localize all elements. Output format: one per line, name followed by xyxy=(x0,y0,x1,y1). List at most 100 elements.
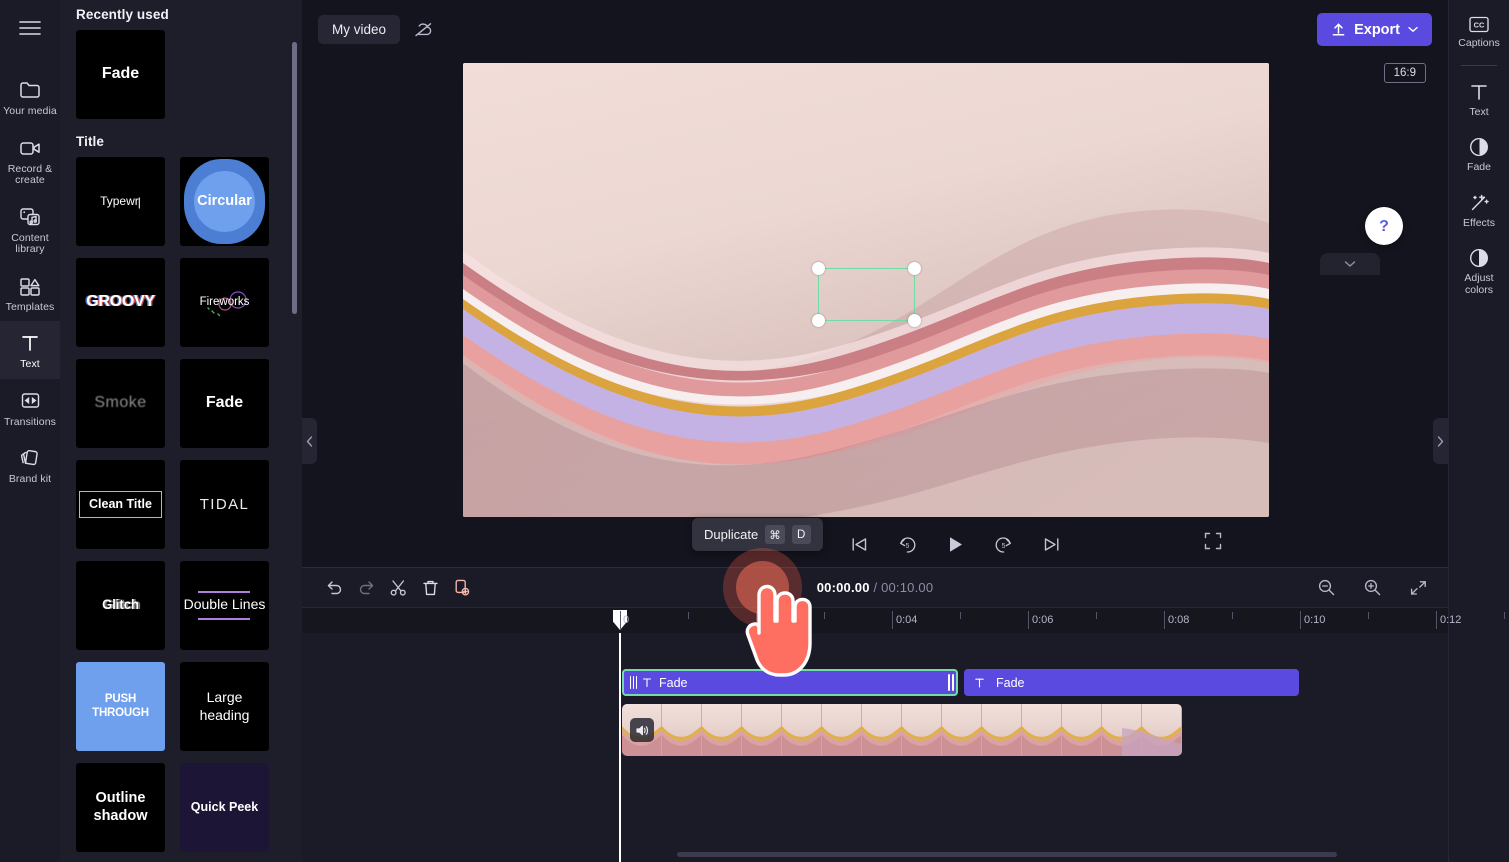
tooltip-key-cmd: ⌘ xyxy=(765,525,785,544)
svg-text:5: 5 xyxy=(905,543,909,550)
collapse-properties-panel-button[interactable] xyxy=(1433,418,1448,464)
sidebar-item-brand-kit[interactable]: Brand kit xyxy=(0,436,60,494)
content-library-icon xyxy=(17,204,43,230)
right-rail-divider xyxy=(1461,64,1497,66)
upload-icon xyxy=(1332,23,1345,36)
text-clip-1[interactable]: Fade xyxy=(622,669,958,696)
sidebar-item-label: Record & create xyxy=(7,162,53,186)
text-preset-glitch[interactable]: Glitch xyxy=(76,561,165,650)
clip-left-trim-handle[interactable] xyxy=(630,675,637,690)
timeline-zoom-controls xyxy=(1310,572,1434,604)
skip-to-end-icon[interactable] xyxy=(1037,529,1067,559)
text-preset-typewriter[interactable]: Typewr | xyxy=(76,157,165,246)
preset-label: PUSH THROUGH xyxy=(92,693,149,719)
resize-handle-bottom-right[interactable] xyxy=(908,314,921,327)
resize-handle-top-left[interactable] xyxy=(812,262,825,275)
right-item-text[interactable]: Text xyxy=(1449,72,1509,128)
section-heading-recently-used: Recently used xyxy=(76,7,169,22)
top-toolbar: My video Export xyxy=(302,0,1448,58)
project-name-field[interactable]: My video xyxy=(318,14,401,44)
ruler-tick-label: 0:08 xyxy=(1168,614,1190,626)
right-item-captions[interactable]: CC Captions xyxy=(1449,6,1509,59)
fit-to-screen-icon[interactable] xyxy=(1402,572,1434,604)
clip-label: Fade xyxy=(996,675,1025,690)
clip-right-trim-handle[interactable] xyxy=(948,674,954,691)
text-preset-fade-recent[interactable]: Fade xyxy=(76,30,165,119)
sidebar-item-content-library[interactable]: Content library xyxy=(0,195,60,264)
right-item-effects[interactable]: Effects xyxy=(1449,183,1509,239)
text-preset-fireworks[interactable]: Fireworks xyxy=(180,258,269,347)
split-scissors-icon[interactable] xyxy=(382,572,414,604)
text-preset-large-heading[interactable]: Large heading xyxy=(180,662,269,751)
text-preset-tidal[interactable]: TIDAL xyxy=(180,460,269,549)
text-t-icon xyxy=(642,678,652,688)
help-button[interactable]: ? xyxy=(1365,207,1403,245)
timeline-horizontal-scrollbar[interactable] xyxy=(677,852,1337,857)
redo-icon[interactable] xyxy=(350,572,382,604)
skip-to-start-icon[interactable] xyxy=(845,529,875,559)
preset-label: Smoke xyxy=(94,394,147,412)
fade-circle-icon xyxy=(1469,137,1489,157)
preset-label: Circular xyxy=(197,193,252,210)
rewind-5-icon[interactable]: 5 xyxy=(893,529,923,559)
text-preset-clean-title[interactable]: Clean Title xyxy=(76,460,165,549)
chevron-down-icon xyxy=(1408,26,1418,32)
timeline-toolbar: 00:00.00 / 00:10.00 xyxy=(302,568,1448,607)
sidebar-item-transitions[interactable]: Transitions xyxy=(0,379,60,437)
aspect-ratio-badge[interactable]: 16:9 xyxy=(1383,63,1426,83)
undo-icon[interactable] xyxy=(318,572,350,604)
duplicate-button[interactable] xyxy=(446,572,478,604)
library-scrollbar[interactable] xyxy=(292,42,297,314)
fullscreen-icon[interactable] xyxy=(1204,532,1222,555)
resize-handle-bottom-left[interactable] xyxy=(812,314,825,327)
right-item-adjust-colors[interactable]: Adjust colors xyxy=(1449,238,1509,305)
sidebar-item-label: Brand kit xyxy=(8,473,52,485)
speaker-icon[interactable] xyxy=(630,718,654,742)
text-preset-circular[interactable]: Circular xyxy=(180,157,269,246)
preset-label: Fade xyxy=(101,65,140,83)
text-preset-outline-shadow[interactable]: Outline shadow xyxy=(76,763,165,852)
text-element-selection-box[interactable] xyxy=(812,262,921,327)
forward-5-icon[interactable]: 5 xyxy=(989,529,1019,559)
time-separator: / xyxy=(869,580,882,595)
video-canvas[interactable] xyxy=(463,63,1269,517)
text-preset-quick-peek[interactable]: Quick Peek xyxy=(180,763,269,852)
title-presets-grid: Typewr| Circular GROOVY Fireworks Smoke xyxy=(76,157,286,852)
text-preset-double-lines[interactable]: Double Lines xyxy=(180,561,269,650)
export-label: Export xyxy=(1354,21,1400,38)
text-preset-fade[interactable]: Fade xyxy=(180,359,269,448)
hamburger-menu-icon[interactable] xyxy=(0,0,60,56)
video-media-clip[interactable] xyxy=(622,704,1182,756)
ruler-tick-label: 0:02 xyxy=(760,614,782,626)
section-heading-title: Title xyxy=(76,134,105,149)
preset-label: Typewr xyxy=(100,193,139,208)
preset-label: Clean Title xyxy=(89,497,152,512)
preset-label: Fade xyxy=(205,394,244,412)
text-preset-groovy[interactable]: GROOVY xyxy=(76,258,165,347)
timeline-panel: 00:00.00 / 00:10.00 0 0:02 0:04 0:06 0:0… xyxy=(302,567,1505,862)
delete-trash-icon[interactable] xyxy=(414,572,446,604)
ruler-tick-label: 0:04 xyxy=(896,614,918,626)
sidebar-item-templates[interactable]: Templates xyxy=(0,264,60,322)
text-preset-smoke[interactable]: Smoke xyxy=(76,359,165,448)
recently-used-grid: Fade xyxy=(76,30,286,119)
text-preset-push-through[interactable]: PUSH THROUGH xyxy=(76,662,165,751)
right-item-fade[interactable]: Fade xyxy=(1449,127,1509,183)
play-button[interactable] xyxy=(941,529,971,559)
zoom-in-icon[interactable] xyxy=(1356,572,1388,604)
collapse-timeline-chevron[interactable] xyxy=(1320,253,1380,275)
preset-label: GROOVY xyxy=(86,293,155,311)
text-t-icon xyxy=(17,330,43,356)
sidebar-item-your-media[interactable]: Your media xyxy=(0,68,60,126)
sidebar-item-text[interactable]: Text xyxy=(0,321,60,379)
cloud-off-icon[interactable] xyxy=(406,13,440,45)
resize-handle-top-right[interactable] xyxy=(908,262,921,275)
sidebar-item-record-create[interactable]: Record & create xyxy=(0,126,60,195)
text-clip-2[interactable]: Fade xyxy=(964,669,1299,696)
timeline-ruler[interactable]: 0 0:02 0:04 0:06 0:08 0:10 0:12 xyxy=(302,607,1505,633)
duplicate-tooltip: Duplicate ⌘ D xyxy=(692,518,823,551)
zoom-out-icon[interactable] xyxy=(1310,572,1342,604)
timeline-tracks: Fade Fade xyxy=(302,633,1448,862)
collapse-library-panel-button[interactable] xyxy=(302,418,317,464)
export-button[interactable]: Export xyxy=(1317,13,1432,46)
